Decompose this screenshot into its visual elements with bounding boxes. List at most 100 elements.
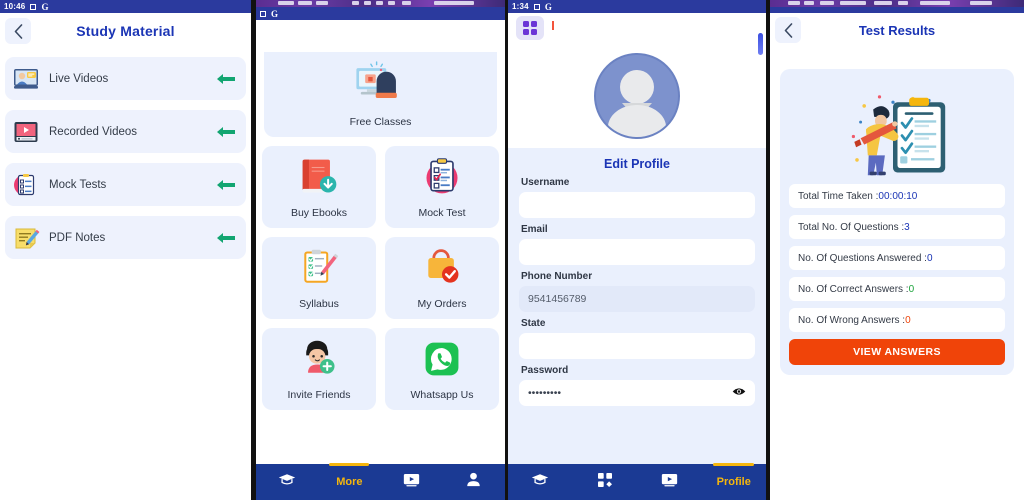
phone-input[interactable]: 9541456789 xyxy=(519,286,755,312)
result-label: No. Of Correct Answers : xyxy=(798,283,909,295)
email-input[interactable] xyxy=(519,239,755,265)
google-g-icon: G xyxy=(271,8,279,19)
card-label: Invite Friends xyxy=(287,388,351,401)
list-item-recorded-videos[interactable]: Recorded Videos xyxy=(5,110,246,153)
card-free-classes[interactable]: Free Classes xyxy=(264,52,497,137)
page-title: Test Results xyxy=(858,22,936,38)
default-avatar-icon[interactable] xyxy=(594,52,680,139)
checklist-person-illustration xyxy=(789,79,1005,184)
profile-toolbar xyxy=(508,13,766,55)
result-label: Total Time Taken : xyxy=(798,190,879,202)
free-classes-monitor-icon xyxy=(352,61,410,112)
multi-screenshot-stage: 10:46 G Study Material Live Videos Recor… xyxy=(0,0,1024,500)
result-value: 0 xyxy=(926,252,933,264)
syllabus-checklist-icon xyxy=(298,247,340,294)
list-item-live-videos[interactable]: Live Videos xyxy=(5,57,246,100)
list-item-label: PDF Notes xyxy=(49,231,106,244)
eye-icon[interactable] xyxy=(732,387,746,399)
bottom-navigation: Profile xyxy=(508,463,767,500)
card-label: Whatsapp Us xyxy=(410,388,474,401)
grid-dots-glyph xyxy=(522,20,538,36)
list-item-pdf-notes[interactable]: PDF Notes xyxy=(5,216,246,259)
list-item-label: Recorded Videos xyxy=(49,125,138,138)
square-icon xyxy=(533,3,540,10)
page-header: Test Results xyxy=(770,13,1024,47)
card-label: Buy Ebooks xyxy=(290,206,348,219)
page-header: Study Material xyxy=(0,13,251,49)
list-item-mock-tests[interactable]: Mock Tests xyxy=(5,163,246,206)
nav-item-classes[interactable] xyxy=(256,464,318,500)
result-value: 0 xyxy=(905,314,911,326)
nav-label: More xyxy=(336,476,363,488)
green-arrow-icon xyxy=(215,72,237,86)
card-my-orders[interactable]: My Orders xyxy=(385,237,499,319)
nav-item-profile[interactable]: Profile xyxy=(702,463,767,500)
result-label: Total No. Of Questions : xyxy=(798,221,905,233)
truncated-status-strip xyxy=(256,0,505,7)
card-mock-test[interactable]: Mock Test xyxy=(385,146,499,228)
whatsapp-icon xyxy=(421,338,463,385)
card-buy-ebooks[interactable]: Buy Ebooks xyxy=(262,146,376,228)
nav-item-classes[interactable] xyxy=(508,464,573,500)
shopping-bag-check-icon xyxy=(421,247,463,294)
list-item-label: Mock Tests xyxy=(49,178,107,191)
edit-profile-form: Edit Profile Username Email Phone Number… xyxy=(508,148,766,500)
square-icon xyxy=(30,3,37,10)
results-card: Total Time Taken : 00:00:10 Total No. Of… xyxy=(780,69,1014,375)
nav-item-more[interactable] xyxy=(573,464,638,500)
status-time: 10:46 xyxy=(4,2,26,11)
status-bar: G xyxy=(256,7,505,20)
status-bar: 10:46 G xyxy=(0,0,251,13)
video-icon xyxy=(403,473,420,492)
nav-item-profile[interactable] xyxy=(443,464,505,500)
result-value: 0 xyxy=(908,283,915,295)
truncated-status-strip xyxy=(770,0,1024,7)
card-syllabus[interactable]: Syllabus xyxy=(262,237,376,319)
state-input[interactable] xyxy=(519,333,755,359)
card-label: Free Classes xyxy=(349,116,412,128)
live-video-icon xyxy=(12,66,40,92)
result-row-time: Total Time Taken : 00:00:10 xyxy=(789,184,1005,208)
mock-test-clipboard-icon xyxy=(12,172,40,198)
list-item-label: Live Videos xyxy=(49,72,109,85)
result-value: 3 xyxy=(904,221,910,233)
username-input[interactable] xyxy=(519,192,755,218)
result-row-correct: No. Of Correct Answers : 0 xyxy=(789,277,1005,301)
nav-item-videos[interactable] xyxy=(637,464,702,500)
panel-study-material: 10:46 G Study Material Live Videos Recor… xyxy=(0,0,251,500)
nav-item-videos[interactable] xyxy=(381,464,443,500)
card-whatsapp-us[interactable]: Whatsapp Us xyxy=(385,328,499,410)
card-label: Mock Test xyxy=(418,206,466,219)
result-row-answered: No. Of Questions Answered : 0 xyxy=(789,246,1005,270)
result-value: 00:00:10 xyxy=(878,190,918,202)
panel-edit-profile: 1:34 G Edit Profile Username Email Phone… xyxy=(508,0,766,500)
feature-grid: Free Classes Buy Ebooks Mock Test Syllab… xyxy=(256,52,505,410)
field-label-state: State xyxy=(521,318,546,329)
invite-friend-icon xyxy=(298,338,340,385)
person-icon xyxy=(466,472,481,492)
nav-item-more[interactable]: More xyxy=(318,463,380,500)
field-label-email: Email xyxy=(521,224,548,235)
scrollbar-thumb[interactable] xyxy=(758,33,763,55)
feature-grid-rows: Buy Ebooks Mock Test Syllabus My Orders … xyxy=(262,146,499,410)
card-invite-friends[interactable]: Invite Friends xyxy=(262,328,376,410)
password-input[interactable]: ••••••••• xyxy=(519,380,755,406)
graduation-cap-icon xyxy=(531,473,549,492)
field-label-username: Username xyxy=(521,177,570,188)
toolbar-spacer xyxy=(256,20,505,52)
graduation-cap-icon xyxy=(278,473,296,492)
green-arrow-icon xyxy=(215,125,237,139)
field-label-phone: Phone Number xyxy=(521,271,593,282)
nav-label: Profile xyxy=(716,476,751,488)
video-icon xyxy=(661,473,678,492)
status-time: 1:34 xyxy=(512,2,529,11)
study-material-list: Live Videos Recorded Videos Mock Tests P… xyxy=(0,49,251,259)
ebook-download-icon xyxy=(297,156,341,203)
card-label: My Orders xyxy=(417,297,467,310)
recorded-video-icon xyxy=(12,119,40,145)
grid-icon xyxy=(597,472,612,492)
card-label: Syllabus xyxy=(299,297,339,310)
view-answers-button[interactable]: VIEW ANSWERS xyxy=(789,339,1005,365)
grid-dots-icon[interactable] xyxy=(516,16,544,40)
page-title: Study Material xyxy=(76,23,175,39)
